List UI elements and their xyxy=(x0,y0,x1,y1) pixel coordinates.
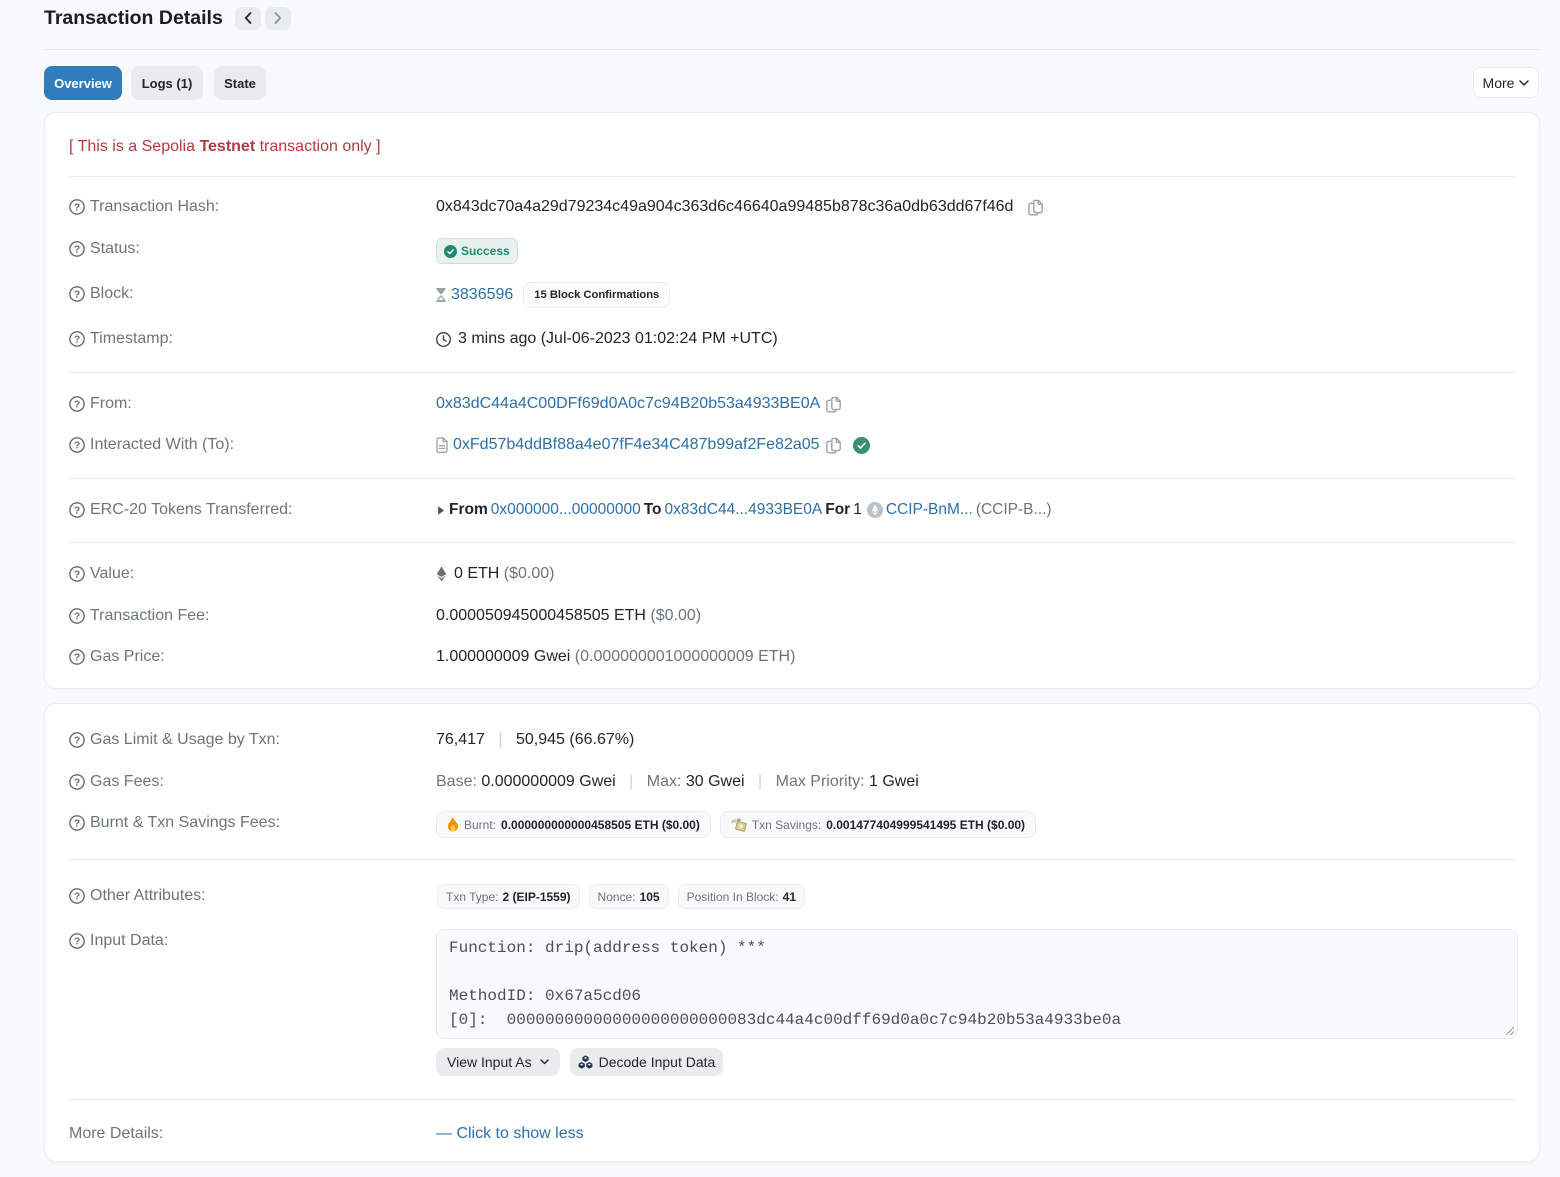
svg-text:?: ? xyxy=(74,891,80,902)
svg-text:?: ? xyxy=(74,777,80,788)
svg-text:?: ? xyxy=(74,818,80,829)
svg-text:?: ? xyxy=(74,652,80,663)
svg-text:?: ? xyxy=(74,611,80,622)
svg-text:?: ? xyxy=(74,202,80,213)
svg-text:?: ? xyxy=(74,569,80,580)
svg-text:?: ? xyxy=(74,735,80,746)
svg-text:?: ? xyxy=(74,399,80,410)
svg-text:?: ? xyxy=(74,440,80,451)
svg-text:?: ? xyxy=(74,505,80,516)
svg-text:?: ? xyxy=(74,289,80,300)
svg-text:?: ? xyxy=(74,334,80,345)
svg-text:?: ? xyxy=(74,936,80,947)
svg-text:?: ? xyxy=(74,244,80,255)
